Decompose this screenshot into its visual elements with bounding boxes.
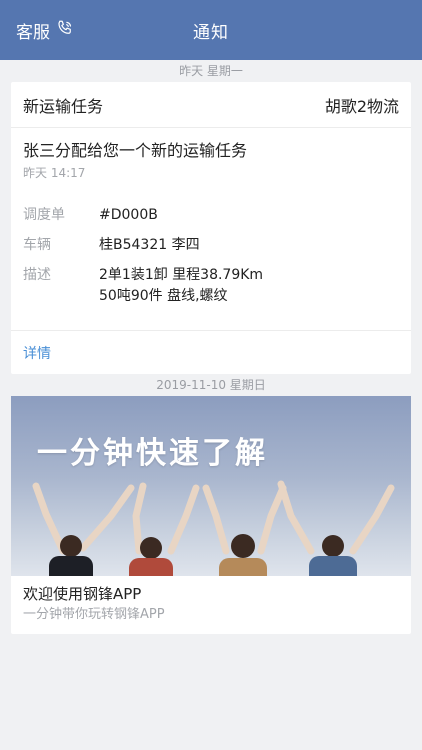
people-cheering-illustration (32, 480, 395, 576)
promo-card[interactable]: 一分钟快速了解 欢迎使用钢锋APP 一分钟带你玩转钢锋APP (11, 396, 411, 634)
detail-rows: 调度单 #D000B 车辆 桂B54321 李四 描述 2单1装1卸 里程38.… (23, 205, 399, 307)
task-notification-card[interactable]: 新运输任务 胡歌2物流 张三分配给您一个新的运输任务 昨天 14:17 调度单 … (11, 82, 411, 374)
customer-service-label: 客服 (16, 22, 50, 43)
navigation-bar: 客服 通知 (0, 0, 422, 60)
dispatch-number: #D000B (99, 207, 158, 223)
vehicle-info: 桂B54321 李四 (99, 237, 200, 253)
card-body: 张三分配给您一个新的运输任务 昨天 14:17 调度单 #D000B 车辆 桂B… (11, 128, 411, 330)
promo-title: 欢迎使用钢锋APP (23, 585, 142, 603)
notification-title: 张三分配给您一个新的运输任务 (23, 141, 248, 160)
date-separator: 昨天 星期一 (179, 64, 243, 78)
detail-row-vehicle: 车辆 桂B54321 李四 (23, 235, 399, 256)
notification-type: 新运输任务 (23, 96, 104, 116)
row-key: 调度单 (23, 207, 65, 223)
detail-row-description: 描述 2单1装1卸 里程38.79Km 50吨90件 盘线,螺纹 (23, 265, 399, 307)
card-header: 新运输任务 胡歌2物流 (11, 82, 411, 128)
detail-row-dispatch: 调度单 #D000B (23, 205, 399, 226)
promo-subtitle: 一分钟带你玩转钢锋APP (23, 607, 165, 622)
date-separator: 2019-11-10 星期日 (156, 378, 266, 392)
row-key: 描述 (23, 267, 51, 283)
promo-body: 欢迎使用钢锋APP 一分钟带你玩转钢锋APP (11, 576, 411, 634)
customer-service-button[interactable]: 客服 (16, 0, 74, 60)
description-line-2: 50吨90件 盘线,螺纹 (99, 288, 228, 304)
row-key: 车辆 (23, 237, 51, 253)
detail-link[interactable]: 详情 (23, 343, 51, 363)
card-footer: 详情 (11, 330, 411, 374)
company-name: 胡歌2物流 (324, 96, 399, 116)
description-value: 2单1装1卸 里程38.79Km 50吨90件 盘线,螺纹 (99, 265, 399, 307)
description-line-1: 2单1装1卸 里程38.79Km (99, 267, 264, 283)
phone-icon (56, 19, 74, 41)
promo-banner-image: 一分钟快速了解 (11, 396, 411, 576)
notification-time: 昨天 14:17 (23, 166, 86, 180)
page-title: 通知 (193, 22, 229, 43)
